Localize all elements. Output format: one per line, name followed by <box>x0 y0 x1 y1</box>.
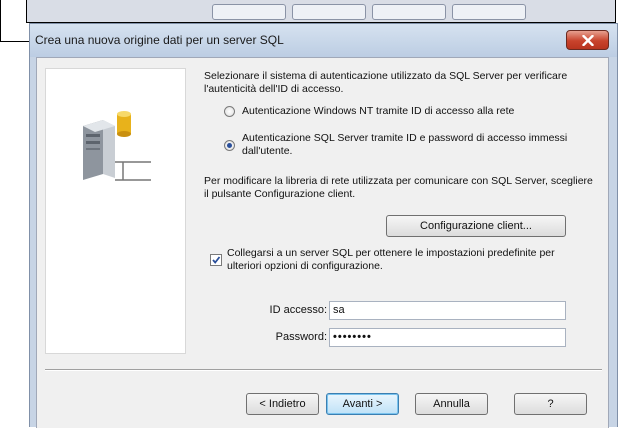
background-button <box>372 4 446 20</box>
checkmark-icon <box>212 256 221 264</box>
connect-sql-server-checkbox[interactable] <box>210 254 222 266</box>
background-button <box>452 4 526 20</box>
frame-line <box>615 0 616 23</box>
dialog-client-area: Selezionare il sistema di autenticazione… <box>36 57 609 428</box>
background-window-strip <box>26 0 616 22</box>
intro-text: Selezionare il sistema di autenticazione… <box>204 70 568 95</box>
network-library-text: Per modificare la libreria di rete utili… <box>204 175 593 200</box>
background-button <box>212 4 286 20</box>
password-field[interactable]: •••••••• <box>329 328 566 347</box>
cancel-button[interactable]: Annulla <box>415 393 488 415</box>
create-sql-datasource-dialog: Crea una nuova origine dati per un serve… <box>29 23 618 428</box>
sql-server-auth-label[interactable]: Autenticazione SQL Server tramite ID e p… <box>242 132 572 158</box>
windows-nt-auth-label[interactable]: Autenticazione Windows NT tramite ID di … <box>242 105 592 118</box>
connect-sql-server-label[interactable]: Collegarsi a un server SQL per ottenere … <box>227 247 557 273</box>
client-configuration-button[interactable]: Configurazione client... <box>386 215 566 237</box>
wizard-image-panel <box>45 68 186 354</box>
back-button[interactable]: < Indietro <box>246 393 319 415</box>
frame-line <box>0 0 1 42</box>
sql-server-auth-radio[interactable] <box>224 140 235 151</box>
close-button[interactable] <box>566 30 609 50</box>
login-id-field[interactable]: sa <box>329 301 566 320</box>
frame-line <box>0 41 29 42</box>
password-label: Password: <box>275 331 327 343</box>
help-button[interactable]: ? <box>514 393 587 415</box>
database-server-icon <box>83 111 151 181</box>
dialog-title: Crea una nuova origine dati per un serve… <box>35 33 284 47</box>
background-button <box>292 4 366 20</box>
button-separator <box>45 369 602 371</box>
login-id-label: ID accesso: <box>269 304 327 316</box>
next-button[interactable]: Avanti > <box>326 393 399 415</box>
frame-line <box>26 0 27 23</box>
title-bar[interactable]: Crea una nuova origine dati per un serve… <box>30 24 617 57</box>
close-icon <box>582 35 594 46</box>
windows-nt-auth-radio[interactable] <box>224 106 235 117</box>
